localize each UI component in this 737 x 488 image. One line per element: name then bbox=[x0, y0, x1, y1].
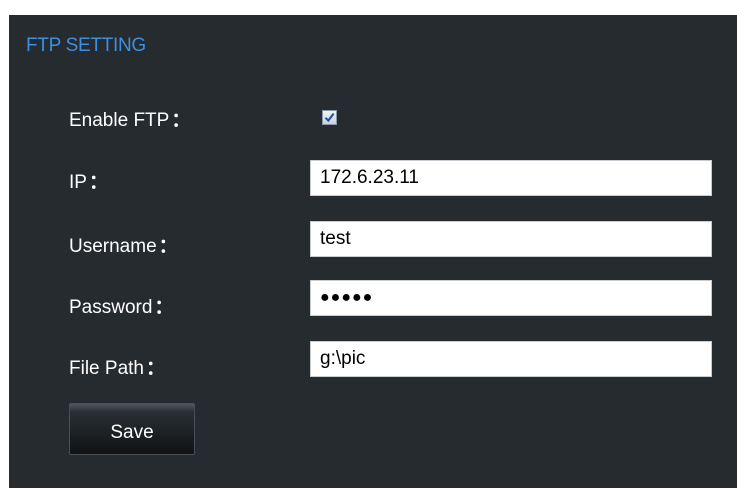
password-label: Password： bbox=[69, 292, 173, 319]
label-colon: ： bbox=[158, 236, 178, 257]
save-button[interactable]: Save bbox=[69, 403, 195, 455]
file-path-label-text: File Path bbox=[69, 358, 144, 379]
enable-ftp-label: Enable FTP： bbox=[69, 105, 190, 132]
label-colon: ： bbox=[145, 358, 165, 379]
enable-ftp-label-text: Enable FTP bbox=[69, 110, 170, 131]
checkmark-icon bbox=[324, 112, 335, 123]
label-colon: ： bbox=[88, 172, 108, 193]
username-input[interactable] bbox=[310, 221, 712, 257]
ftp-settings-panel: FTP SETTING Enable FTP： IP： Username： Pa… bbox=[9, 15, 737, 488]
label-colon: ： bbox=[171, 110, 191, 131]
ip-label: IP： bbox=[69, 167, 108, 194]
username-label-text: Username bbox=[69, 236, 157, 257]
file-path-input[interactable] bbox=[310, 341, 712, 377]
username-label: Username： bbox=[69, 231, 178, 258]
password-label-text: Password bbox=[69, 297, 153, 318]
password-input[interactable] bbox=[310, 280, 712, 316]
label-colon: ： bbox=[154, 297, 174, 318]
file-path-label: File Path： bbox=[69, 353, 165, 380]
enable-ftp-checkbox[interactable] bbox=[322, 110, 337, 125]
ip-label-text: IP bbox=[69, 172, 87, 193]
ip-input[interactable] bbox=[310, 160, 712, 196]
panel-title: FTP SETTING bbox=[26, 35, 146, 56]
